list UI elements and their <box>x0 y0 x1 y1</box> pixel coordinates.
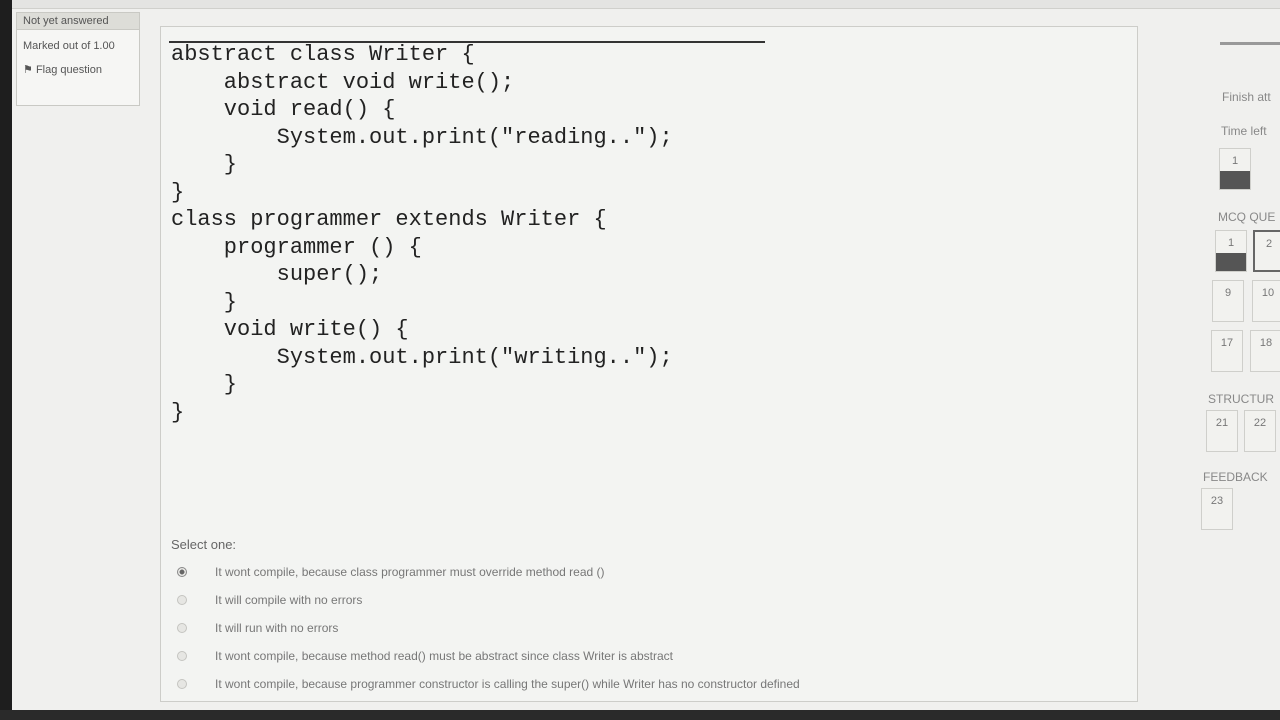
screen-bezel-bottom <box>0 710 1280 720</box>
flag-icon: ⚑ <box>23 64 33 76</box>
quiz-navigation: Finish att Time left 1 MCQ QUE 1 2 9 10 … <box>1200 26 1280 702</box>
screen-bezel-left <box>0 0 12 720</box>
flag-question-link[interactable]: ⚑ Flag question <box>17 53 139 76</box>
code-line: System.out.print("writing.."); <box>171 344 673 370</box>
code-line: } <box>171 179 185 205</box>
nav-button-23[interactable]: 23 <box>1201 488 1233 530</box>
section-title-structured: STRUCTUR <box>1208 392 1274 406</box>
flag-question-label: Flag question <box>35 64 102 76</box>
code-line: abstract class Writer { <box>171 42 475 67</box>
answer-option-label: It will run with no errors <box>215 621 339 635</box>
time-left-label: Time left <box>1221 124 1267 138</box>
answer-option-label: It wont compile, because method read() m… <box>215 649 673 663</box>
nav-button-21[interactable]: 21 <box>1206 410 1238 452</box>
radio-button[interactable] <box>177 679 187 689</box>
nav-button-17[interactable]: 17 <box>1211 330 1243 372</box>
code-line: } <box>171 152 238 177</box>
question-marks: Marked out of 1.00 <box>23 40 115 52</box>
answer-option-label: It wont compile, because class programme… <box>215 565 605 579</box>
code-line: void read() { <box>171 97 396 122</box>
select-one-prompt: Select one: <box>171 537 237 552</box>
answer-option-label: It wont compile, because programmer cons… <box>215 677 800 691</box>
nav-button-9[interactable]: 9 <box>1212 280 1244 322</box>
answer-option[interactable]: It will run with no errors <box>171 614 1121 642</box>
nav-button-10[interactable]: 10 <box>1252 280 1280 322</box>
radio-button[interactable] <box>177 623 187 633</box>
code-line: abstract void write(); <box>171 69 515 95</box>
answer-option[interactable]: It wont compile, because class programme… <box>171 558 1121 586</box>
answer-option[interactable]: It wont compile, because method read() m… <box>171 642 1121 670</box>
code-line: super(); <box>171 262 383 287</box>
question-status: Not yet answered <box>17 13 139 30</box>
radio-button[interactable] <box>177 595 187 605</box>
code-line: class programmer extends Writer { <box>171 207 607 232</box>
question-info-box: Not yet answered Marked out of 1.00 ⚑ Fl… <box>16 12 140 106</box>
code-line: } <box>171 289 238 315</box>
answer-area: Select one: It wont compile, because cla… <box>171 537 1121 698</box>
nav-header-bar <box>1220 42 1280 45</box>
nav-button-1[interactable]: 1 <box>1215 230 1247 272</box>
answer-option[interactable]: It wont compile, because programmer cons… <box>171 670 1121 698</box>
radio-button[interactable] <box>177 567 187 577</box>
code-line: void write() { <box>171 317 409 342</box>
question-content: abstract class Writer { abstract void wr… <box>160 26 1138 702</box>
nav-button-22[interactable]: 22 <box>1244 410 1276 452</box>
answer-option-label: It will compile with no errors <box>215 593 363 607</box>
radio-button[interactable] <box>177 651 187 661</box>
nav-button-18[interactable]: 18 <box>1250 330 1280 372</box>
code-line: System.out.print("reading.."); <box>171 124 673 150</box>
top-strip <box>12 0 1280 9</box>
code-line: } <box>171 372 238 397</box>
answer-option[interactable]: It will compile with no errors <box>171 586 1121 614</box>
code-block: abstract class Writer { abstract void wr… <box>171 41 673 426</box>
section-title-feedback: FEEDBACK <box>1203 470 1268 484</box>
nav-button-current[interactable]: 1 <box>1219 148 1251 190</box>
code-line: programmer () { <box>171 234 422 260</box>
section-title-mcq: MCQ QUE <box>1218 210 1276 224</box>
nav-button-2[interactable]: 2 <box>1253 230 1280 272</box>
finish-attempt-link[interactable]: Finish att <box>1222 90 1271 104</box>
code-line: } <box>171 399 185 425</box>
